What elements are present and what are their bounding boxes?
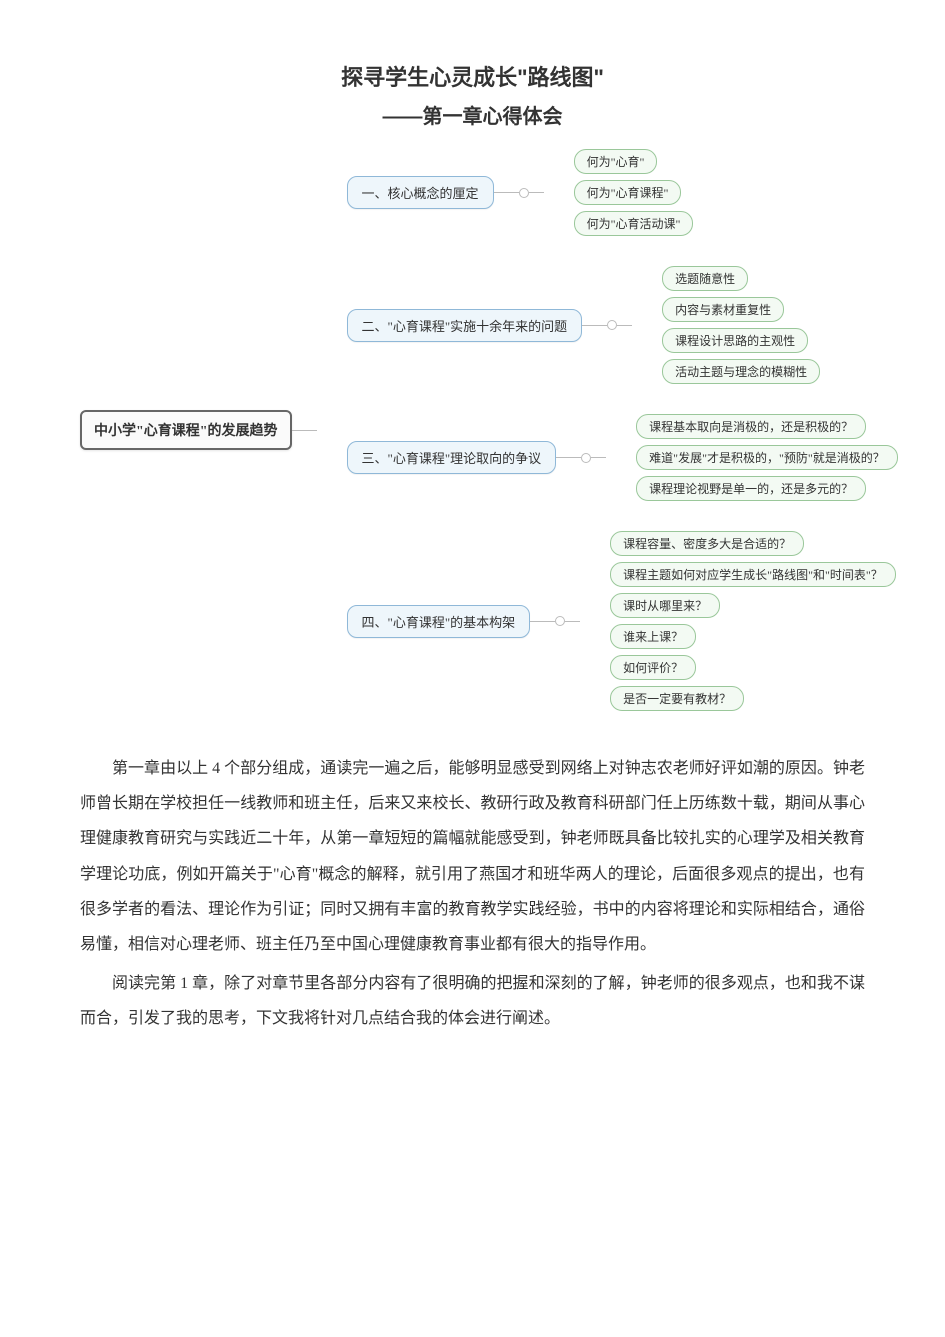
mindmap-root: 中小学"心育课程"的发展趋势 <box>80 410 292 450</box>
connector <box>556 457 581 458</box>
expand-joint-icon <box>581 453 591 463</box>
sub-title: ——第一章心得体会 <box>80 100 865 129</box>
mindmap: 中小学"心育课程"的发展趋势 一、核心概念的厘定何为"心育"何为"心育课程"何为… <box>80 149 865 711</box>
connector <box>617 325 632 326</box>
leaf-node: 活动主题与理念的模糊性 <box>662 359 820 384</box>
connector <box>530 621 555 622</box>
subbranches: 选题随意性内容与素材重复性课程设计思路的主观性活动主题与理念的模糊性 <box>662 266 820 384</box>
connector <box>292 430 317 431</box>
leaf-node: 如何评价？ <box>610 655 696 680</box>
connector <box>591 457 606 458</box>
leaf-node: 难道"发展"才是积极的，"预防"就是消极的？ <box>636 445 898 470</box>
connector <box>565 621 580 622</box>
branch-node: 二、"心育课程"实施十余年来的问题 <box>347 309 583 342</box>
branch-row: 一、核心概念的厘定 何为"心育" 何为"心育课程" 何为"心育活动课" <box>347 149 898 236</box>
leaf-node: 课程基本取向是消极的，还是积极的？ <box>636 414 866 439</box>
branch-row: 四、"心育课程"的基本构架 课程容量、密度多大是合适的？ 课程主题如何对应学生成长"… <box>347 531 898 711</box>
leaf-node: 课时从哪里来？ <box>610 593 720 618</box>
leaf-node: 课程设计思路的主观性 <box>662 328 808 353</box>
branch-node: 四、"心育课程"的基本构架 <box>347 605 531 638</box>
branch-node: 一、核心概念的厘定 <box>347 176 494 209</box>
leaf-node: 是否一定要有教材？ <box>610 686 744 711</box>
subbranches: 何为"心育" 何为"心育课程" 何为"心育活动课" <box>574 149 694 236</box>
connector <box>582 325 607 326</box>
branch-row: 三、"心育课程"理论取向的争议 课程基本取向是消极的，还是积极的？ 难道"发展"才是… <box>347 414 898 501</box>
expand-joint-icon <box>555 616 565 626</box>
connector <box>529 192 544 193</box>
subbranches: 课程基本取向是消极的，还是积极的？ 难道"发展"才是积极的，"预防"就是消极的？ 课… <box>636 414 898 501</box>
main-title: 探寻学生心灵成长"路线图" <box>80 60 865 92</box>
leaf-node: 选题随意性 <box>662 266 748 291</box>
paragraph-1: 第一章由以上 4 个部分组成，通读完一遍之后，能够明显感受到网络上对钟志农老师好… <box>80 751 865 962</box>
paragraph-2: 阅读完第 1 章，除了对章节里各部分内容有了很明确的把握和深刻的了解，钟老师的很… <box>80 966 865 1036</box>
leaf-node: 何为"心育课程" <box>574 180 682 205</box>
leaf-node: 课程理论视野是单一的，还是多元的？ <box>636 476 866 501</box>
leaf-node: 课程容量、密度多大是合适的？ <box>610 531 804 556</box>
connector <box>494 192 519 193</box>
leaf-node: 课程主题如何对应学生成长"路线图"和"时间表"？ <box>610 562 896 587</box>
subbranches: 课程容量、密度多大是合适的？ 课程主题如何对应学生成长"路线图"和"时间表"？ 课时… <box>610 531 896 711</box>
mindmap-branches: 一、核心概念的厘定 何为"心育" 何为"心育课程" 何为"心育活动课" 二、"心育课程"… <box>347 149 898 711</box>
body-text: 第一章由以上 4 个部分组成，通读完一遍之后，能够明显感受到网络上对钟志农老师好… <box>80 751 865 1037</box>
leaf-node: 何为"心育活动课" <box>574 211 694 236</box>
expand-joint-icon <box>519 188 529 198</box>
leaf-node: 谁来上课？ <box>610 624 696 649</box>
leaf-node: 何为"心育" <box>574 149 658 174</box>
leaf-node: 内容与素材重复性 <box>662 297 784 322</box>
title-block: 探寻学生心灵成长"路线图" ——第一章心得体会 <box>80 60 865 129</box>
expand-joint-icon <box>607 320 617 330</box>
branch-node: 三、"心育课程"理论取向的争议 <box>347 441 557 474</box>
branch-row: 二、"心育课程"实施十余年来的问题 选题随意性内容与素材重复性课程设计思路的主观性… <box>347 266 898 384</box>
